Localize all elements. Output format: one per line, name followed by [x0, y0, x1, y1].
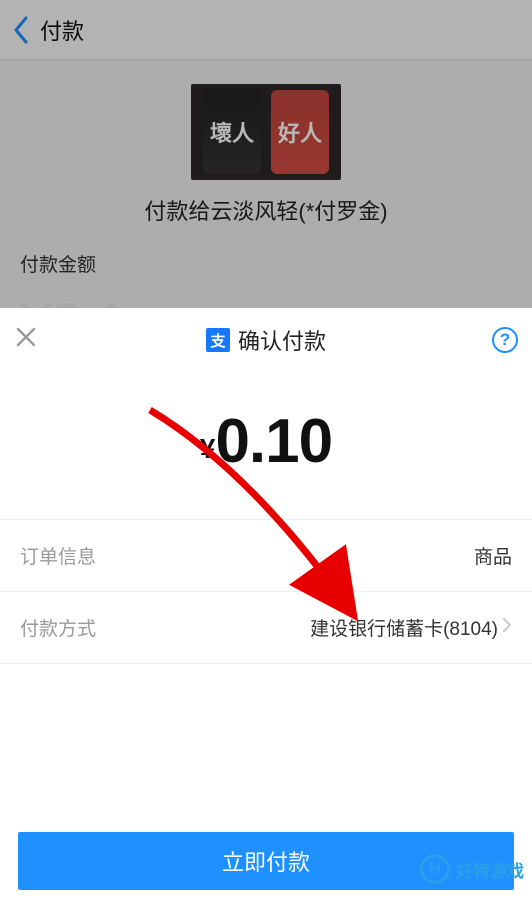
order-info-value: 商品: [474, 542, 512, 569]
watermark-icon: H: [420, 854, 450, 884]
sheet-header: 支 确认付款 ?: [0, 308, 532, 372]
order-info-row: 订单信息 商品: [0, 519, 532, 591]
watermark-text: 好特游戏: [456, 857, 524, 882]
payment-method-label: 付款方式: [20, 614, 96, 641]
currency-symbol: ¥: [200, 433, 216, 464]
order-info-label: 订单信息: [20, 542, 96, 569]
payment-amount: ¥0.10: [0, 372, 532, 519]
watermark: H 好特游戏: [420, 854, 524, 884]
payment-method-value: 建设银行储蓄卡(8104): [310, 614, 498, 641]
chevron-right-icon: [502, 617, 512, 639]
help-icon[interactable]: ?: [492, 327, 518, 353]
spacer: [0, 664, 532, 832]
close-icon[interactable]: [14, 325, 38, 355]
amount-value: 0.10: [215, 407, 332, 476]
confirm-payment-sheet: 支 确认付款 ? ¥0.10 订单信息 商品 付款方式 建设银行储蓄卡(8104…: [0, 308, 532, 914]
pay-now-label: 立即付款: [222, 845, 310, 877]
alipay-logo-icon: 支: [206, 328, 230, 352]
payment-method-row[interactable]: 付款方式 建设银行储蓄卡(8104): [0, 591, 532, 664]
sheet-title-text: 确认付款: [238, 324, 326, 356]
sheet-title: 支 确认付款: [206, 324, 326, 356]
